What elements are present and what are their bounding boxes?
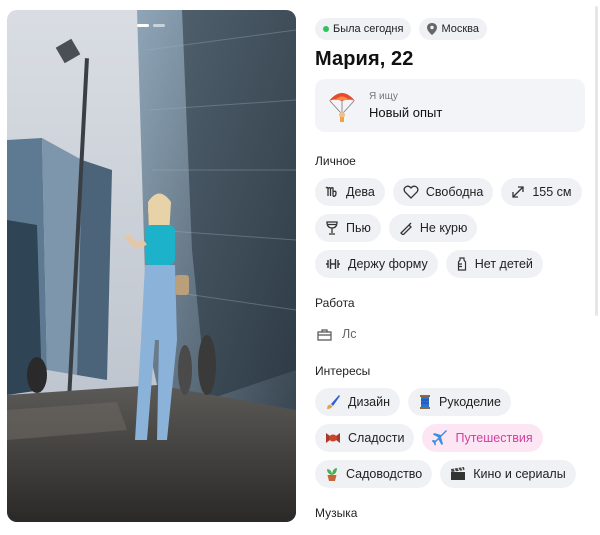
work-text: Лс <box>342 327 357 341</box>
profile-info: Была сегодня Москва Мария, 22 Я ищу Новы… <box>315 18 593 530</box>
chip-interest-crafts: Рукоделие <box>408 388 511 416</box>
scrollbar[interactable] <box>595 6 598 316</box>
dumbbell-icon <box>326 259 340 269</box>
profile-name: Мария, 22 <box>315 48 414 70</box>
online-dot-icon <box>323 26 329 32</box>
pager-dot-active[interactable] <box>137 24 149 27</box>
chip-interest-travel: Путешествия <box>422 424 543 452</box>
airplane-icon <box>432 430 448 446</box>
looking-for-label: Я ищу <box>369 91 398 102</box>
drinking-text: Пью <box>346 221 371 235</box>
chip-interest-movies: Кино и сериалы <box>440 460 576 488</box>
section-work-title: Работа <box>315 296 355 310</box>
thread-spool-icon <box>420 395 431 409</box>
city-badge: Москва <box>419 18 487 40</box>
profile-photo[interactable] <box>7 10 296 522</box>
photo-illustration <box>7 10 296 522</box>
cigarette-icon <box>399 222 412 235</box>
zodiac-text: Дева <box>346 185 375 199</box>
chip-interest-gardening: Садоводство <box>315 460 433 488</box>
height-text: 155 см <box>532 185 572 199</box>
interest-crafts-text: Рукоделие <box>439 395 501 409</box>
section-personal-title: Личное <box>315 154 356 168</box>
chip-relationship: Свободна <box>392 178 494 206</box>
city-text: Москва <box>441 23 479 35</box>
chip-children: Нет детей <box>445 250 543 278</box>
potted-plant-icon <box>327 468 337 481</box>
last-seen-text: Была сегодня <box>333 23 404 35</box>
wine-glass-icon <box>326 221 338 235</box>
online-status-badge: Была сегодня <box>315 18 412 40</box>
chip-smoking: Не курю <box>388 214 478 242</box>
parachute-icon <box>329 92 355 122</box>
chip-fitness: Держу форму <box>315 250 438 278</box>
interest-gardening-text: Садоводство <box>346 467 423 481</box>
section-interests-title: Интересы <box>315 364 371 378</box>
baby-bottle-icon <box>457 257 466 271</box>
interest-travel-text: Путешествия <box>455 431 533 445</box>
pager-dot[interactable] <box>153 24 165 27</box>
interest-movies-text: Кино и сериалы <box>473 467 566 481</box>
chip-zodiac: Дева <box>315 178 385 206</box>
relationship-text: Свободна <box>425 185 484 199</box>
paintbrush-icon <box>327 395 340 409</box>
interest-sweets-text: Сладости <box>348 431 405 445</box>
briefcase-icon <box>317 328 332 341</box>
section-music-title: Музыка <box>315 506 358 520</box>
diagonal-arrows-icon <box>512 186 524 198</box>
candy-icon <box>326 433 340 443</box>
virgo-icon <box>325 186 337 197</box>
clapperboard-icon <box>451 467 466 480</box>
fitness-text: Держу форму <box>348 257 428 271</box>
chip-height: 155 см <box>501 178 582 206</box>
chip-interest-sweets: Сладости <box>315 424 415 452</box>
status-row: Была сегодня Москва <box>315 18 593 40</box>
chip-drinking: Пью <box>315 214 381 242</box>
location-pin-icon <box>427 23 438 35</box>
looking-for-card: Я ищу Новый опыт <box>315 79 585 132</box>
children-text: Нет детей <box>474 257 533 271</box>
chip-interest-design: Дизайн <box>315 388 401 416</box>
work-item: Лс <box>315 320 593 348</box>
looking-for-value: Новый опыт <box>369 105 443 120</box>
interest-design-text: Дизайн <box>348 395 391 409</box>
smoking-text: Не курю <box>419 221 468 235</box>
photo-pager[interactable] <box>137 24 165 27</box>
heart-icon <box>403 185 419 199</box>
